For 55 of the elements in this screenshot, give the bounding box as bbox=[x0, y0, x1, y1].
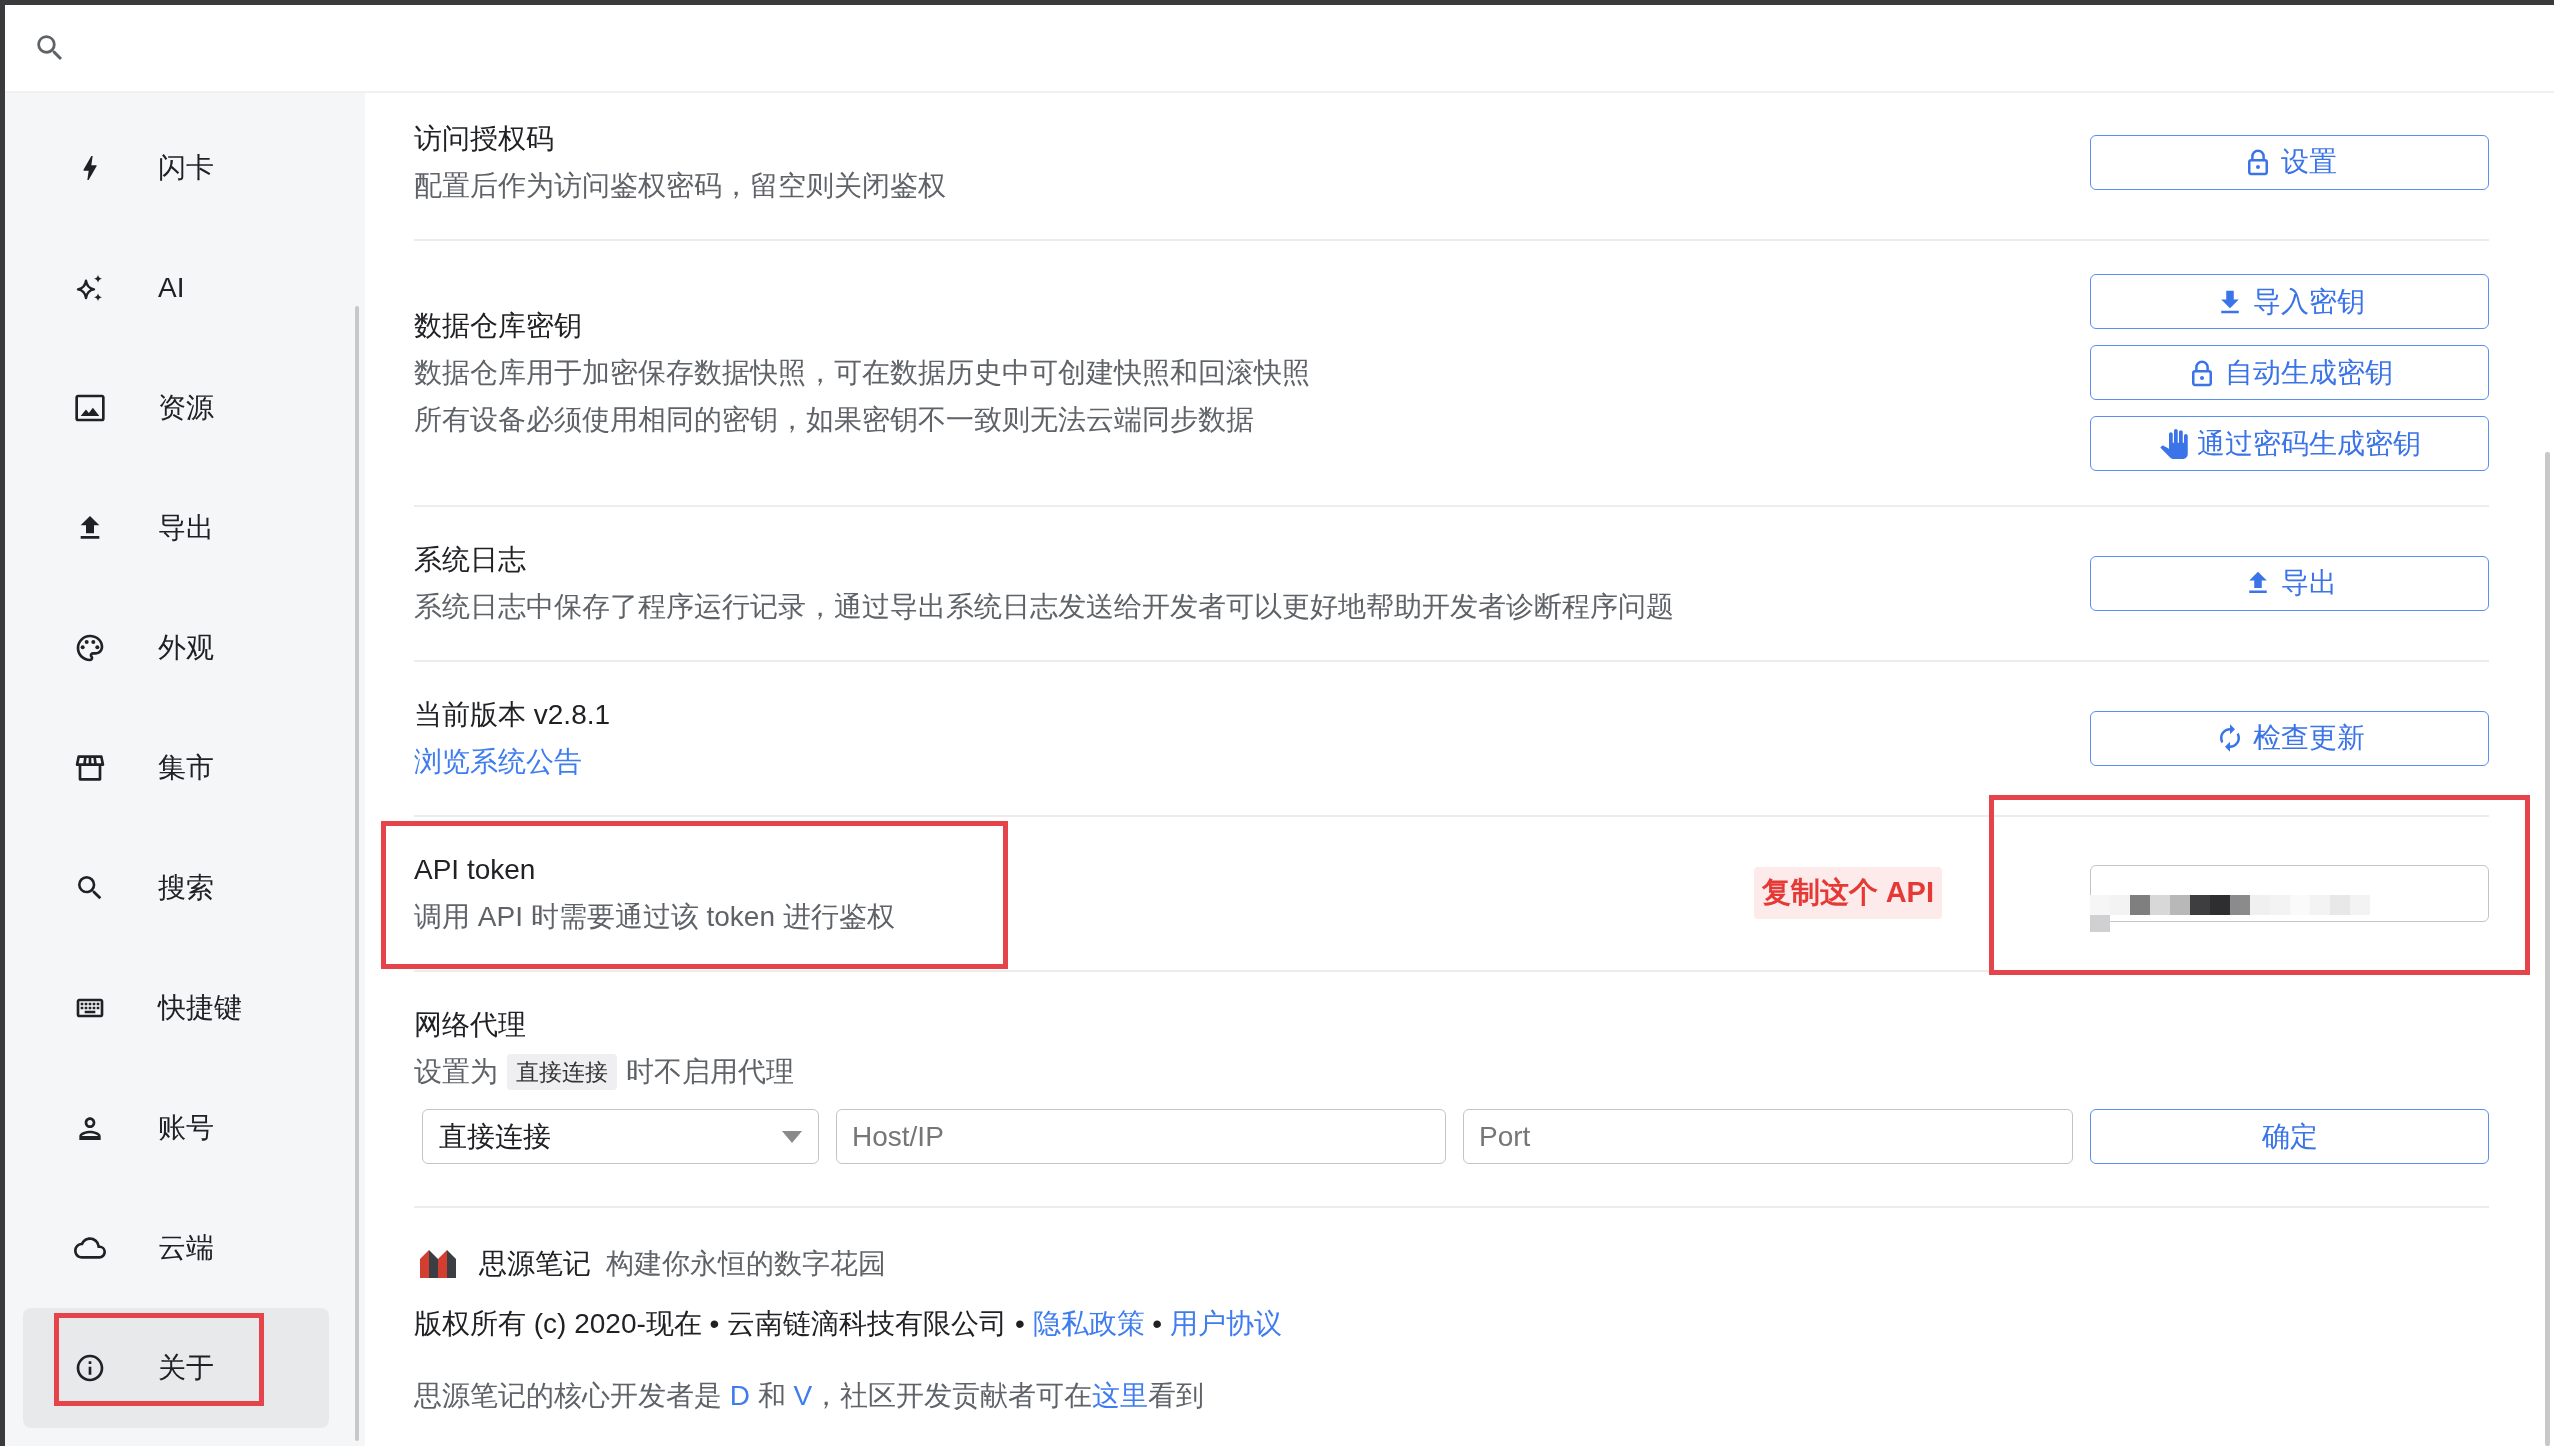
setting-description: 时不启用代理 bbox=[626, 1055, 794, 1089]
sidebar-item[interactable]: AI bbox=[23, 228, 329, 348]
setting-button[interactable]: 通过密码生成密钥 bbox=[2090, 416, 2489, 471]
setting-title: API token bbox=[414, 853, 537, 887]
setting-button[interactable]: 导入密钥 bbox=[2090, 274, 2489, 329]
caret-icon bbox=[782, 1130, 802, 1143]
sidebar-item[interactable]: 账号 bbox=[23, 1068, 329, 1188]
sidebar-item[interactable]: 搜索 bbox=[23, 828, 329, 948]
app-name: 思源笔记 bbox=[479, 1247, 591, 1281]
proxy-mode-dropdown[interactable]: 直接连接 bbox=[422, 1109, 819, 1164]
setting-description: 系统日志中保存了程序运行记录，通过导出系统日志发送给开发者可以更好地帮助开发者诊断程序问题 bbox=[414, 590, 1675, 624]
sidebar-item[interactable]: 云端 bbox=[23, 1188, 329, 1308]
setting-button[interactable]: 导出 bbox=[2090, 555, 2489, 611]
annotation-label: 复制这个 API bbox=[1753, 867, 1942, 919]
text-link[interactable]: V bbox=[793, 1380, 813, 1411]
sidebar-item[interactable]: 关于 bbox=[23, 1308, 329, 1428]
host-field[interactable]: Host/IP bbox=[836, 1109, 1446, 1164]
credits-text: 思源笔记的核心开发者是 D 和 V，社区开发贡献者可在这里看到 bbox=[414, 1379, 1206, 1413]
setting-description: 所有设备必须使用相同的密钥，如果密钥不一致则无法云端同步数据 bbox=[414, 403, 1255, 437]
image-icon bbox=[74, 392, 106, 424]
sidebar-item[interactable]: 导出 bbox=[23, 468, 329, 588]
copyright-text: 版权所有 (c) 2020-现在 • 云南链滴科技有限公司 • 隐私政策 • 用户协议 bbox=[414, 1307, 1283, 1341]
port-field[interactable]: Port bbox=[1463, 1109, 2073, 1164]
setting-title: 系统日志 bbox=[414, 543, 527, 577]
setting-title: 访问授权码 bbox=[414, 122, 555, 156]
code-chip: 直接连接 bbox=[507, 1053, 617, 1090]
text-link[interactable]: 浏览系统公告 bbox=[414, 738, 582, 785]
text-link[interactable]: 用户协议 bbox=[1169, 1308, 1282, 1339]
setting-title: 数据仓库密钥 bbox=[414, 309, 583, 343]
scrollbar-thumb[interactable] bbox=[2545, 452, 2550, 1446]
palette-icon bbox=[74, 632, 106, 664]
app-slogan: 构建你永恒的数字花园 bbox=[606, 1247, 886, 1281]
setting-description: 配置后作为访问鉴权密码，留空则关闭鉴权 bbox=[414, 169, 947, 203]
hand-icon bbox=[2158, 428, 2189, 459]
text-link[interactable]: D bbox=[729, 1380, 750, 1411]
setting-description: 设置为 bbox=[414, 1055, 498, 1089]
scrollbar-thumb[interactable] bbox=[355, 306, 359, 1441]
setting-description: 数据仓库用于加密保存数据快照，可在数据历史中可创建快照和回滚快照 bbox=[414, 356, 1311, 390]
sidebar-item[interactable]: 闪卡 bbox=[23, 108, 329, 228]
storefront-icon bbox=[74, 752, 106, 784]
info-icon bbox=[74, 1352, 106, 1384]
sidebar-item[interactable]: 集市 bbox=[23, 708, 329, 828]
setting-title: 网络代理 bbox=[414, 1008, 527, 1042]
sidebar-item[interactable]: 快捷键 bbox=[23, 948, 329, 1068]
setting-description: 调用 API 时需要通过该 token 进行鉴权 bbox=[414, 900, 896, 934]
text-link[interactable]: 隐私政策 bbox=[1032, 1308, 1145, 1339]
sidebar-item[interactable]: 资源 bbox=[23, 348, 329, 468]
setting-button[interactable]: 设置 bbox=[2090, 134, 2489, 190]
setting-button[interactable]: 检查更新 bbox=[2090, 710, 2489, 766]
setting-title: 当前版本 v2.8.1 bbox=[414, 698, 612, 732]
confirm-button[interactable]: 确定 bbox=[2090, 1109, 2489, 1164]
sidebar-item[interactable]: 外观 bbox=[23, 588, 329, 708]
setting-button[interactable]: 自动生成密钥 bbox=[2090, 345, 2489, 400]
text-link[interactable]: 这里 bbox=[1092, 1380, 1149, 1411]
logo-icon bbox=[420, 1249, 456, 1278]
